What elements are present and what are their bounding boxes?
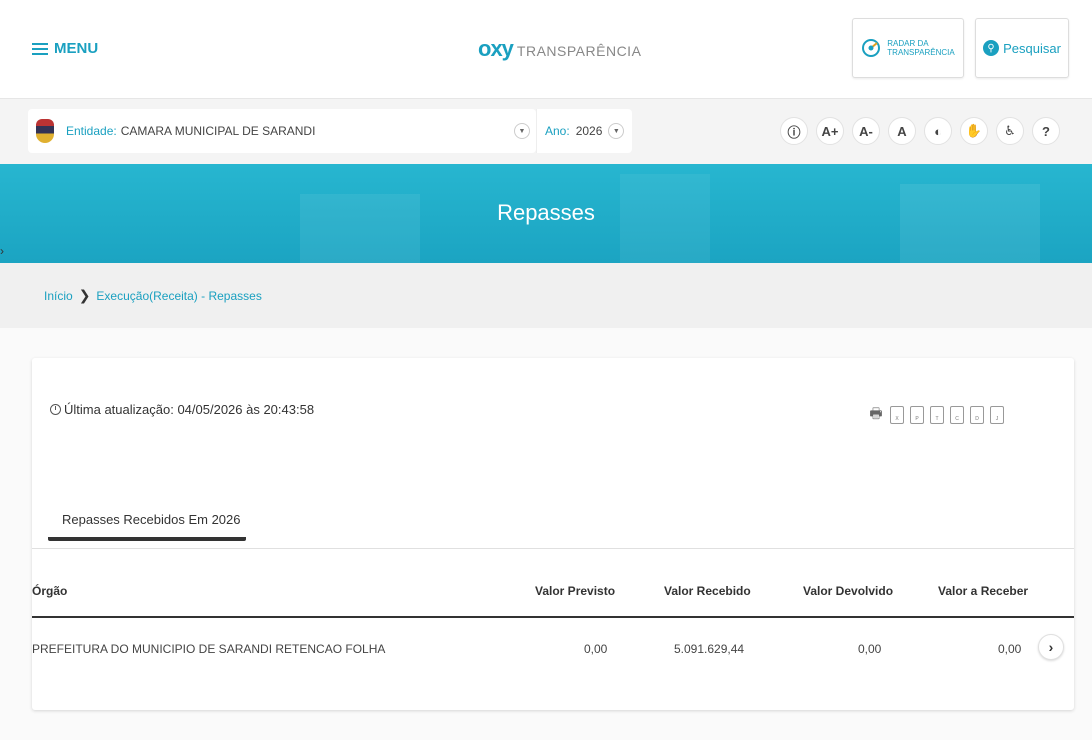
- breadcrumb: Início ❯ Execução(Receita) - Repasses: [0, 263, 1092, 328]
- chevron-down-icon[interactable]: ▼: [514, 123, 530, 139]
- export-pdf-icon[interactable]: P: [910, 406, 924, 424]
- brand-oxy: oxy: [478, 36, 514, 61]
- clock-icon: [50, 404, 61, 415]
- tab-divider: [32, 548, 1074, 549]
- chevron-down-icon[interactable]: ▼: [608, 123, 625, 139]
- radar-line1: RADAR DA: [887, 39, 929, 48]
- year-label: Ano:: [545, 124, 570, 138]
- brand-transparencia: TRANSPARÊNCIA: [516, 43, 642, 59]
- city-crest-icon: [36, 119, 54, 143]
- breadcrumb-current[interactable]: Execução(Receita) - Repasses: [96, 289, 261, 303]
- chevron-right-icon: ❯: [78, 287, 91, 303]
- export-doc-icon[interactable]: D: [970, 406, 984, 424]
- last-updated-text: Última atualização: 04/05/2026 às 20:43:…: [64, 402, 315, 417]
- menu-button[interactable]: MENU: [32, 40, 98, 57]
- search-button[interactable]: ⚲ Pesquisar: [975, 18, 1069, 78]
- column-header-orgao[interactable]: Órgão: [32, 584, 67, 598]
- accessibility-icon[interactable]: ♿: [996, 117, 1024, 145]
- info-icon[interactable]: ⓘ: [780, 117, 808, 145]
- sign-language-icon[interactable]: ✋: [960, 117, 988, 145]
- table-header: Órgão Valor Previsto Valor Recebido Valo…: [32, 572, 1074, 618]
- repasses-card: Última atualização: 04/05/2026 às 20:43:…: [32, 358, 1074, 710]
- table-row[interactable]: PREFEITURA DO MUNICIPIO DE SARANDI RETEN…: [32, 620, 1074, 672]
- tab-repasses-recebidos[interactable]: Repasses Recebidos Em 2026: [48, 512, 246, 541]
- cell-valor-devolvido: 0,00: [858, 642, 882, 656]
- export-json-icon[interactable]: J: [990, 406, 1004, 424]
- last-updated: Última atualização: 04/05/2026 às 20:43:…: [50, 402, 314, 417]
- year-value: 2026: [575, 124, 603, 138]
- breadcrumb-home[interactable]: Início: [44, 289, 73, 303]
- column-header-valor-previsto[interactable]: Valor Previsto: [535, 584, 615, 598]
- search-label: Pesquisar: [1003, 40, 1061, 56]
- export-toolbar: 🖶 X P T C D J: [868, 405, 1004, 424]
- radar-transparencia-button[interactable]: RADAR DA TRANSPARÊNCIA: [852, 18, 964, 78]
- help-button[interactable]: ?: [1032, 117, 1060, 145]
- entity-value: CAMARA MUNICIPAL DE SARANDI: [120, 124, 316, 138]
- font-reset-button[interactable]: A: [888, 117, 916, 145]
- cell-valor-previsto: 0,00: [584, 642, 608, 656]
- column-header-valor-recebido[interactable]: Valor Recebido: [664, 584, 751, 598]
- page-title: Repasses: [497, 200, 595, 225]
- export-txt-icon[interactable]: T: [930, 406, 944, 424]
- font-decrease-button[interactable]: A-: [852, 117, 880, 145]
- hamburger-icon: [32, 42, 48, 55]
- page-banner: Repasses: [0, 164, 1092, 263]
- entity-select[interactable]: Entidade: CAMARA MUNICIPAL DE SARANDI ▼: [28, 109, 536, 153]
- entity-bar: Entidade: CAMARA MUNICIPAL DE SARANDI ▼ …: [0, 98, 1092, 164]
- chevron-right-icon: ›: [0, 244, 4, 258]
- brand-logo[interactable]: oxy TRANSPARÊNCIA: [478, 36, 641, 62]
- search-icon: ⚲: [983, 40, 1000, 56]
- column-header-valor-a-receber[interactable]: Valor a Receber: [938, 584, 1028, 598]
- export-xls-icon[interactable]: X: [890, 406, 904, 424]
- menu-label: MENU: [54, 40, 99, 57]
- cell-valor-recebido: 5.091.629,44: [674, 642, 745, 656]
- font-increase-button[interactable]: A+: [816, 117, 844, 145]
- print-icon[interactable]: 🖶: [868, 405, 884, 424]
- entity-label: Entidade:: [66, 124, 117, 138]
- cell-valor-a-receber: 0,00: [998, 642, 1022, 656]
- accessibility-toolbar: ⓘ A+ A- A ◐ ✋ ♿ ?: [780, 117, 1060, 145]
- export-csv-icon[interactable]: C: [950, 406, 964, 424]
- top-header: MENU oxy TRANSPARÊNCIA RADAR DA TRANSPAR…: [0, 0, 1092, 98]
- contrast-icon[interactable]: ◐: [924, 117, 952, 145]
- cell-orgao: PREFEITURA DO MUNICIPIO DE SARANDI RETEN…: [32, 642, 386, 656]
- radar-icon: [862, 39, 881, 57]
- column-header-valor-devolvido[interactable]: Valor Devolvido: [803, 584, 893, 598]
- radar-line2: TRANSPARÊNCIA: [887, 48, 955, 57]
- row-details-button[interactable]: ›: [1038, 634, 1064, 660]
- year-select[interactable]: Ano: 2026 ▼: [536, 109, 632, 153]
